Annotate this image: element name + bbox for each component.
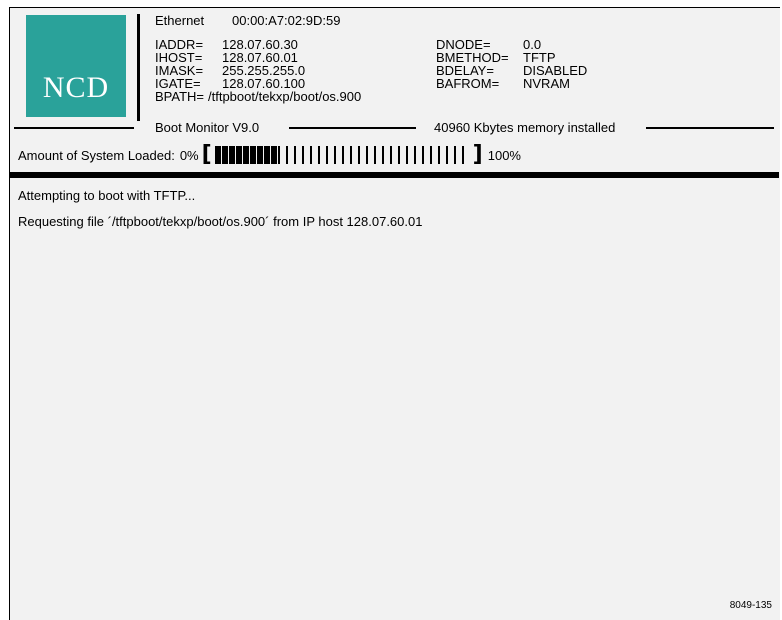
- config-key: BPATH=: [155, 89, 205, 104]
- progress-bracket-left: [: [201, 142, 212, 167]
- progress-segment-filled: [256, 146, 263, 164]
- status-rule-right: [646, 127, 774, 129]
- progress-segment-empty: [309, 146, 312, 164]
- progress-segment-empty: [293, 146, 296, 164]
- progress-segment-filled: [249, 146, 256, 164]
- progress-bar: [214, 146, 470, 164]
- config-key: BAFROM=: [436, 76, 500, 91]
- progress-segment-empty: [373, 146, 376, 164]
- progress-segment-empty: [301, 146, 304, 164]
- progress-label: Amount of System Loaded:: [18, 147, 175, 163]
- boot-monitor-version: Boot Monitor V9.0: [155, 120, 260, 135]
- progress-segment-empty: [397, 146, 400, 164]
- progress-segment-empty: [389, 146, 392, 164]
- boot-message: Requesting file ´/tftpboot/tekxp/boot/os…: [18, 214, 423, 229]
- progress-segment-filled: [263, 146, 270, 164]
- progress-segment-empty: [405, 146, 408, 164]
- progress-segment-empty: [461, 146, 464, 164]
- ethernet-mac: 00:00:A7:02:9D:59: [232, 13, 341, 28]
- progress-segment-empty: [333, 146, 336, 164]
- progress-segment-filled: [270, 146, 277, 164]
- header-divider: [137, 14, 140, 121]
- progress-segment-empty: [437, 146, 440, 164]
- progress-segment-empty: [285, 146, 288, 164]
- progress-segment-empty: [445, 146, 448, 164]
- boot-message: Attempting to boot with TFTP...: [18, 188, 196, 203]
- progress-segment-empty: [421, 146, 424, 164]
- status-rule-middle: [289, 127, 416, 129]
- memory-installed: 40960 Kbytes memory installed: [434, 120, 616, 135]
- progress-start: 0%: [179, 147, 199, 163]
- logo-text: NCD: [42, 71, 110, 104]
- ethernet-label: Ethernet: [155, 13, 205, 28]
- progress-end: 100%: [487, 147, 521, 163]
- progress-segment-filled: [235, 146, 242, 164]
- progress-segment-empty: [317, 146, 320, 164]
- progress-segment-filled: [214, 146, 221, 164]
- section-divider: [10, 172, 779, 178]
- status-rule-left: [14, 127, 134, 129]
- progress-segment-empty: [365, 146, 368, 164]
- figure-id: 8049-135: [729, 600, 772, 611]
- config-value: /tftpboot/tekxp/boot/os.900: [208, 89, 362, 104]
- progress-segment-empty: [277, 146, 280, 164]
- progress-segment-empty: [413, 146, 416, 164]
- progress-segment-filled: [242, 146, 249, 164]
- progress-bracket-right: ]: [472, 142, 483, 167]
- progress-segment-filled: [228, 146, 235, 164]
- progress-segment-empty: [357, 146, 360, 164]
- config-value: NVRAM: [523, 76, 570, 91]
- progress-segment-empty: [453, 146, 456, 164]
- progress-segment-empty: [381, 146, 384, 164]
- progress-segment-empty: [341, 146, 344, 164]
- progress-segment-empty: [349, 146, 352, 164]
- progress-segment-empty: [429, 146, 432, 164]
- progress-segment-empty: [325, 146, 328, 164]
- load-progress: Amount of System Loaded: 0% [ ] 100%: [18, 143, 521, 167]
- ncd-logo: NCD: [26, 15, 126, 117]
- progress-segment-filled: [221, 146, 228, 164]
